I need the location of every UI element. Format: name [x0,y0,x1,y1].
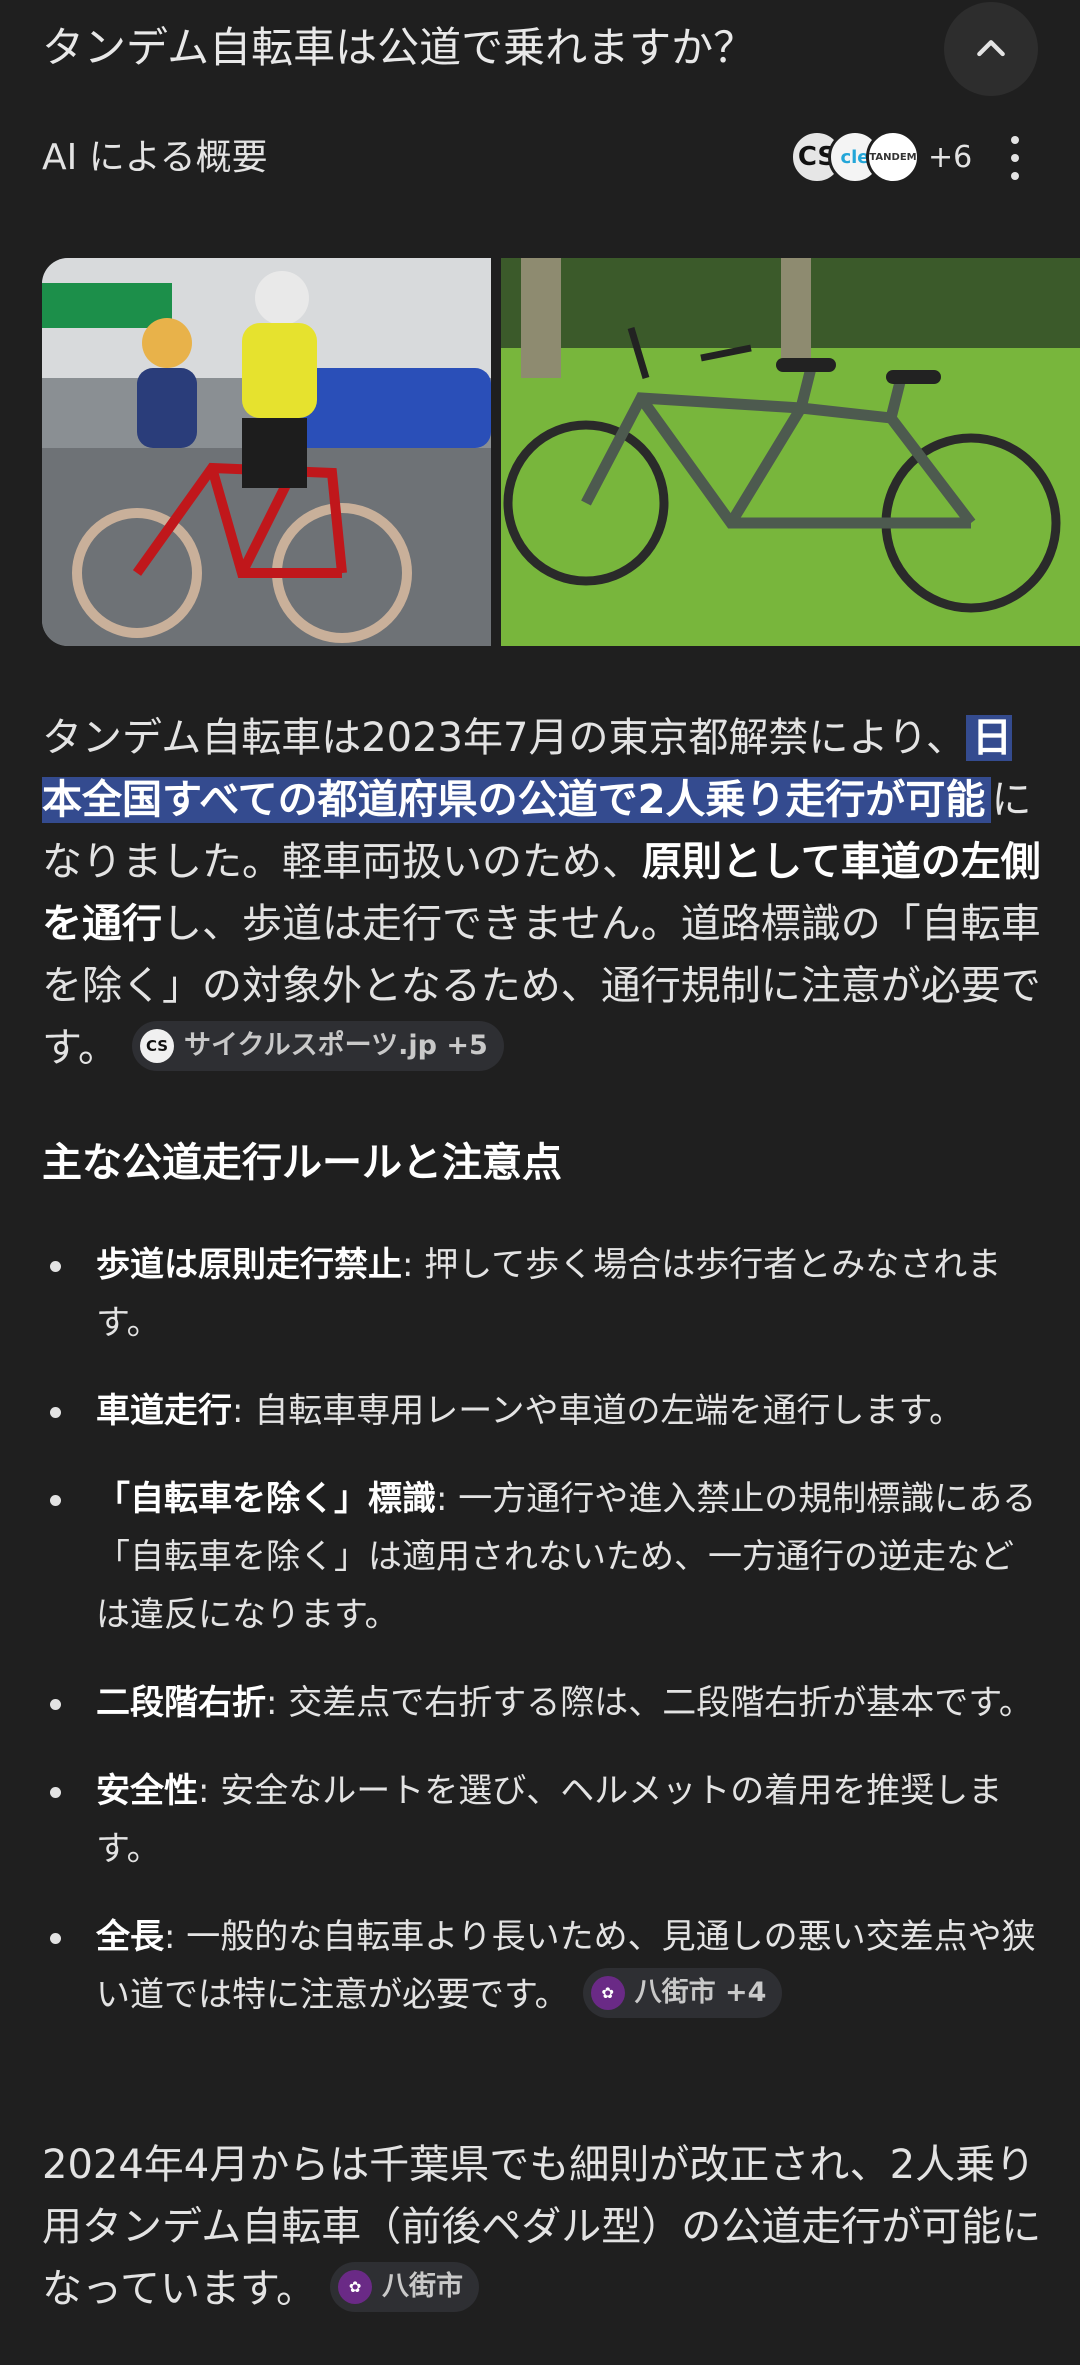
image-grey-tandem[interactable] [501,258,1080,646]
source-chip-yachimata-2[interactable]: ✿ 八街市 [330,2262,479,2312]
list-item: 安全性: 安全なルートを選び、ヘルメットの着用を推奨します。 [42,1762,1042,1878]
more-sources-count: +6 [928,139,973,175]
footer-paragraph: 2024年4月からは千葉県でも細則が改正され、2人乗り用タンデム自転車（前後ペダ… [42,2134,1042,2320]
rule-text: : 交差点で右折する際は、二段階右折が基本です。 [266,1683,1033,1723]
rule-term: 安全性 [96,1771,198,1811]
source-chip-label: 八街市 [382,2271,463,2302]
city-emblem-icon: ✿ [590,1975,625,2010]
rule-term: 車道走行 [96,1391,232,1431]
rule-text: : 一般的な自転車より長いため、見通しの悪い交差点や狭い道では特に注意が必要です… [96,1917,1036,2015]
tandem-photo-1 [42,258,491,646]
rule-term: 歩道は原則走行禁止 [96,1245,402,1285]
cyclesports-icon: CS [140,1029,174,1063]
source-logo-tandem: TANDEM [866,130,920,184]
more-options-icon[interactable] [998,136,1032,180]
rules-list: 歩道は原則走行禁止: 押して歩く場合は歩行者とみなされます。 車道走行: 自転車… [42,1236,1042,2054]
source-chip-label: 八街市 +4 [634,1976,767,2008]
chevron-up-icon [977,40,1005,57]
list-item: 二段階右折: 交差点で右折する際は、二段階右折が基本です。 [42,1674,1042,1732]
tandem-photo-2 [501,258,1080,646]
list-item: 車道走行: 自転車専用レーンや車道の左端を通行します。 [42,1382,1042,1440]
image-carousel[interactable] [42,258,1080,646]
rule-text: : 安全なルートを選び、ヘルメットの着用を推奨します。 [96,1771,1003,1869]
list-item: 全長: 一般的な自転車より長いため、見通しの悪い交差点や狭い道では特に注意が必要… [42,1908,1042,2024]
rule-term: 全長 [96,1917,164,1957]
image-red-tandem[interactable] [42,258,491,646]
footer-text: 2024年4月からは千葉県でも細則が改正され、2人乗り用タンデム自転車（前後ペダ… [42,2142,1042,2312]
city-emblem-icon: ✿ [338,2270,372,2304]
question-title: タンデム自転車は公道で乗れますか？ [42,23,756,72]
section-heading: 主な公道走行ルールと注意点 [42,1140,562,1186]
source-chip-yachimata[interactable]: ✿ 八街市 +4 [582,1967,783,2018]
list-item: 「自転車を除く」標識: 一方通行や進入禁止の規制標識にある「自転車を除く」は適用… [42,1470,1042,1644]
summary-paragraph: タンデム自転車は2023年7月の東京都解禁により、 日本全国すべての都道府県の公道… [42,707,1042,1079]
source-chip-cyclesports[interactable]: CS サイクルスポーツ.jp +5 [132,1021,504,1071]
source-chip-label: サイクルスポーツ.jp +5 [184,1030,488,1061]
summary-text-1: タンデム自転車は2023年7月の東京都解禁により、 [42,715,967,761]
rule-term: 「自転車を除く」標識 [96,1479,436,1519]
rule-text: : 自転車専用レーンや車道の左端を通行します。 [232,1391,964,1431]
source-logos[interactable]: CS cle TANDEM +6 [790,126,972,188]
rule-term: 二段階右折 [96,1683,266,1723]
list-item: 歩道は原則走行禁止: 押して歩く場合は歩行者とみなされます。 [42,1236,1042,1352]
collapse-button[interactable] [944,2,1038,96]
ai-overview-label: AI による概要 [42,137,268,178]
